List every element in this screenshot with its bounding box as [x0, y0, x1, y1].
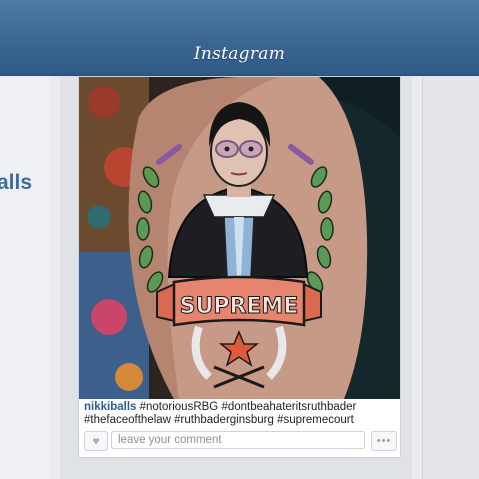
post-caption: nikkiballs #notoriousRBG #dontbeahaterit…	[84, 401, 400, 427]
post-photo[interactable]: SUPREME	[79, 77, 400, 399]
comment-input[interactable]	[111, 431, 365, 449]
more-options-button[interactable]: •••	[371, 431, 397, 451]
top-bar: Instagram	[0, 0, 479, 76]
ellipsis-icon: •••	[376, 435, 392, 447]
tattoo-image: SUPREME	[79, 77, 400, 399]
comment-row: ♥ •••	[84, 429, 397, 451]
like-button[interactable]: ♥	[84, 431, 108, 451]
post-card: SUPREME nikkiballs #notoriousRBG #dontbe…	[78, 76, 401, 458]
right-sidebar	[422, 76, 479, 479]
app-logo[interactable]: Instagram	[0, 44, 479, 64]
banner-text: SUPREME	[180, 294, 299, 319]
caption-username[interactable]: nikkiballs	[84, 401, 136, 413]
left-sidebar: alls	[0, 76, 50, 479]
heart-icon: ♥	[92, 434, 100, 448]
sidebar-username[interactable]: alls	[0, 171, 32, 195]
